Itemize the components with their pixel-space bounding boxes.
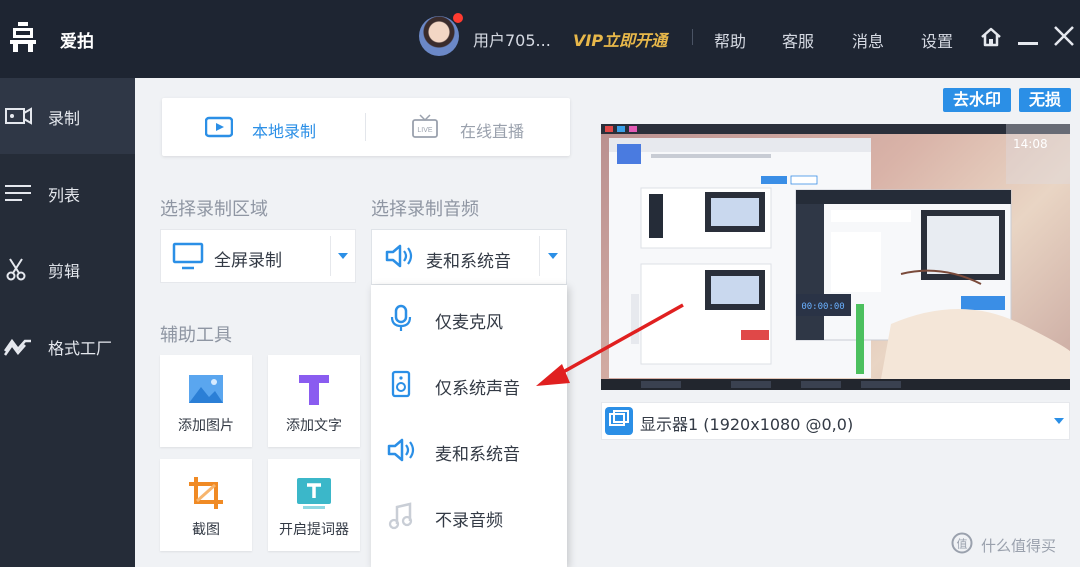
tool-label: 添加图片 (178, 418, 234, 434)
audio-option-none[interactable]: 不录音频 (371, 484, 567, 548)
microphone-icon (390, 304, 412, 331)
app-name: 爱拍 (60, 32, 94, 52)
watermark-text: 什么值得买 (981, 537, 1057, 555)
live-icon-text: LIVE (417, 127, 433, 134)
title-divider (692, 29, 693, 45)
notification-dot (452, 12, 464, 24)
sidebar-item-format-factory[interactable]: 格式工厂 (0, 308, 135, 384)
select-divider (539, 236, 540, 276)
sidebar-item-edit[interactable]: 剪辑 (0, 231, 135, 307)
camera-icon (5, 107, 32, 125)
screen-preview: 14:08 00:00:00 (601, 124, 1070, 390)
audio-option-label: 仅麦克风 (435, 313, 503, 333)
text-icon (299, 375, 329, 405)
sidebar-item-label: 剪辑 (48, 262, 81, 281)
audio-option-label: 仅系统声音 (435, 379, 520, 399)
sidebar-item-label: 格式工厂 (48, 339, 113, 358)
audio-option-mic-only[interactable]: 仅麦克风 (371, 286, 567, 350)
list-icon (5, 185, 31, 201)
region-section-label: 选择录制区域 (160, 199, 268, 220)
sidebar-item-record[interactable]: 录制 (0, 78, 135, 154)
audio-section-label: 选择录制音频 (371, 199, 479, 220)
audio-option-system-only[interactable]: 仅系统声音 (371, 352, 567, 416)
convert-icon (4, 338, 31, 356)
video-play-icon (205, 116, 233, 138)
select-divider (330, 236, 331, 276)
preview-timer: 00:00:00 (801, 302, 844, 312)
username[interactable]: 用户705... (473, 27, 551, 51)
vip-link[interactable]: VIP立即开通 (573, 27, 667, 51)
watermark-logo-icon: 值 (951, 532, 973, 554)
home-icon[interactable] (980, 26, 1002, 48)
tool-label: 截图 (192, 522, 220, 538)
tab-local-record[interactable]: 本地录制 (252, 118, 316, 142)
display-icon (605, 407, 633, 435)
live-tv-icon: LIVE (412, 114, 438, 138)
add-image-tool[interactable]: 添加图片 (160, 355, 252, 447)
teleprompter-icon (297, 478, 331, 509)
messages-link[interactable]: 消息 (852, 28, 884, 52)
speaker-icon (385, 244, 413, 268)
teleprompter-tool[interactable]: 开启提词器 (268, 459, 360, 551)
svg-text:值: 值 (957, 538, 968, 551)
audio-select-value: 麦和系统音 (426, 252, 511, 272)
tool-label: 开启提词器 (279, 522, 349, 538)
help-link[interactable]: 帮助 (714, 28, 746, 52)
chevron-down-icon[interactable] (548, 253, 558, 259)
tab-divider (365, 113, 366, 141)
scissors-icon (6, 258, 26, 281)
sidebar-item-label: 录制 (48, 109, 81, 128)
audio-option-label: 麦和系统音 (435, 445, 520, 465)
settings-link[interactable]: 设置 (921, 28, 953, 52)
loudspeaker-icon (391, 370, 411, 398)
monitor-icon (172, 242, 204, 270)
close-icon[interactable] (1051, 23, 1077, 49)
sidebar-item-list[interactable]: 列表 (0, 155, 135, 231)
logo-icon (10, 22, 36, 52)
preview-thumbnail: 14:08 00:00:00 (601, 124, 1070, 390)
audio-option-mic-and-system[interactable]: 麦和系统音 (371, 418, 567, 482)
tool-label: 添加文字 (286, 418, 342, 434)
audio-option-label: 不录音频 (435, 511, 503, 531)
remove-watermark-badge[interactable]: 去水印 (943, 88, 1011, 112)
support-link[interactable]: 客服 (782, 28, 814, 52)
crop-icon (189, 477, 223, 509)
chevron-down-icon[interactable] (338, 253, 348, 259)
lossless-badge[interactable]: 无损 (1019, 88, 1071, 112)
add-text-tool[interactable]: 添加文字 (268, 355, 360, 447)
preview-clock: 14:08 (1013, 137, 1048, 151)
tab-live-stream[interactable]: 在线直播 (460, 118, 524, 142)
music-note-icon (388, 502, 413, 530)
image-icon (189, 375, 223, 403)
region-select-value: 全屏录制 (214, 251, 282, 271)
minimize-icon[interactable] (1018, 42, 1038, 45)
sidebar-item-label: 列表 (48, 186, 81, 205)
speaker-icon (387, 438, 415, 462)
screenshot-tool[interactable]: 截图 (160, 459, 252, 551)
monitor-select-value: 显示器1 (1920x1080 @0,0) (640, 415, 854, 434)
tools-section-label: 辅助工具 (160, 325, 232, 346)
chevron-down-icon[interactable] (1054, 418, 1064, 424)
